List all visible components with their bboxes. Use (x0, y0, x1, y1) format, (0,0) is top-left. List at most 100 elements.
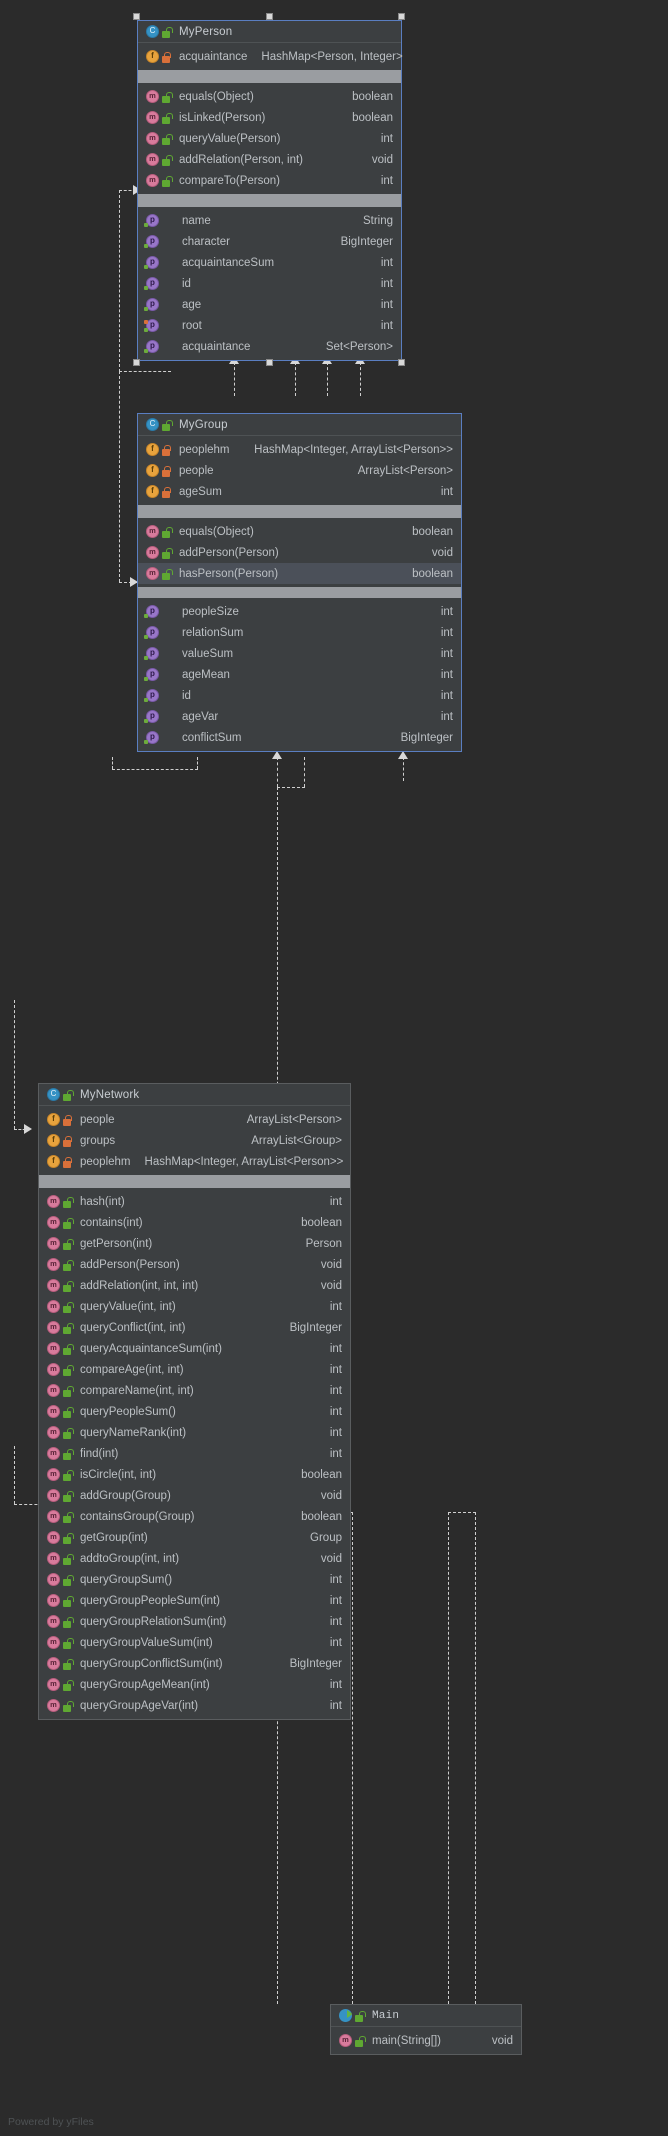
field-row[interactable]: f peoplehm HashMap<Integer, ArrayList<Pe… (138, 439, 461, 460)
method-row[interactable]: m queryGroupConflictSum(int) BigInteger (39, 1653, 350, 1674)
member-name: queryGroupSum() (80, 1573, 173, 1586)
member-type: int (329, 1300, 342, 1313)
private-lock-icon (162, 486, 171, 498)
property-row[interactable]: p character BigInteger (138, 231, 401, 252)
method-row[interactable]: m queryGroupSum() int (39, 1569, 350, 1590)
method-row[interactable]: m getPerson(int) Person (39, 1233, 350, 1254)
method-row[interactable]: m queryGroupRelationSum(int) int (39, 1611, 350, 1632)
property-row[interactable]: p conflictSum BigInteger (138, 727, 461, 748)
method-row[interactable]: m queryValue(Person) int (138, 128, 401, 149)
connector-arrowhead (398, 751, 408, 759)
method-row[interactable]: m equals(Object) boolean (138, 521, 461, 542)
member-name: equals(Object) (179, 90, 254, 103)
section-divider (138, 194, 401, 207)
member-name: equals(Object) (179, 525, 254, 538)
method-row[interactable]: m hasPerson(Person) boolean (138, 563, 461, 584)
resize-handle[interactable] (398, 359, 405, 366)
method-row[interactable]: m queryGroupValueSum(int) int (39, 1632, 350, 1653)
property-row[interactable]: p id int (138, 273, 401, 294)
method-row[interactable]: m find(int) int (39, 1443, 350, 1464)
method-row[interactable]: m queryGroupPeopleSum(int) int (39, 1590, 350, 1611)
method-row[interactable]: m addRelation(Person, int) void (138, 149, 401, 170)
property-row[interactable]: p acquaintanceSum int (138, 252, 401, 273)
method-row[interactable]: m queryAcquaintanceSum(int) int (39, 1338, 350, 1359)
method-row[interactable]: m queryValue(int, int) int (39, 1296, 350, 1317)
method-row[interactable]: m addtoGroup(int, int) void (39, 1548, 350, 1569)
method-row[interactable]: m getGroup(int) Group (39, 1527, 350, 1548)
resize-handle[interactable] (133, 13, 140, 20)
field-row[interactable]: f people ArrayList<Person> (138, 460, 461, 481)
method-row[interactable]: m contains(int) boolean (39, 1212, 350, 1233)
class-icon: C (47, 1088, 60, 1101)
uml-diagram-canvas[interactable]: C MyPerson f acquaintance HashMap<Person… (0, 0, 668, 2136)
method-row[interactable]: m addGroup(Group) void (39, 1485, 350, 1506)
badge-spacer (162, 298, 174, 311)
property-row[interactable]: p root int (138, 315, 401, 336)
public-lock-icon (63, 1259, 74, 1271)
method-row[interactable]: m containsGroup(Group) boolean (39, 1506, 350, 1527)
member-type: int (329, 1594, 342, 1607)
resize-handle[interactable] (398, 13, 405, 20)
connector-line (352, 1512, 353, 2004)
property-row[interactable]: p peopleSize int (138, 601, 461, 622)
member-type: int (329, 1342, 342, 1355)
method-row[interactable]: m addPerson(Person) void (39, 1254, 350, 1275)
member-type: int (329, 1426, 342, 1439)
class-box-main[interactable]: Main m main(String[]) void (330, 2004, 522, 2055)
public-lock-icon (162, 154, 173, 166)
method-row[interactable]: m addRelation(int, int, int) void (39, 1275, 350, 1296)
resize-handle[interactable] (266, 13, 273, 20)
method-row[interactable]: m queryGroupAgeVar(int) int (39, 1695, 350, 1716)
member-type: BigInteger (289, 1321, 342, 1334)
class-box-myperson[interactable]: C MyPerson f acquaintance HashMap<Person… (137, 20, 403, 361)
field-row[interactable]: f acquaintance HashMap<Person, Integer> (138, 46, 403, 67)
member-name: queryConflict(int, int) (80, 1321, 186, 1334)
class-header-main[interactable]: Main (331, 2005, 521, 2027)
method-row[interactable]: m isLinked(Person) boolean (138, 107, 401, 128)
property-row[interactable]: p relationSum int (138, 622, 461, 643)
class-header-mynetwork[interactable]: C MyNetwork (39, 1084, 350, 1106)
method-row[interactable]: m compareAge(int, int) int (39, 1359, 350, 1380)
property-row[interactable]: p age int (138, 294, 401, 315)
member-name: queryValue(Person) (179, 132, 281, 145)
field-row[interactable]: f people ArrayList<Person> (39, 1109, 350, 1130)
method-row[interactable]: m addPerson(Person) void (138, 542, 461, 563)
field-row[interactable]: f peoplehm HashMap<Integer, ArrayList<Pe… (39, 1151, 350, 1172)
resize-handle[interactable] (266, 359, 273, 366)
member-type: int (329, 1447, 342, 1460)
property-row[interactable]: p ageMean int (138, 664, 461, 685)
method-row[interactable]: m isCircle(int, int) boolean (39, 1464, 350, 1485)
method-row[interactable]: m queryPeopleSum() int (39, 1401, 350, 1422)
methods-section: m equals(Object) boolean m addPerson(Per… (138, 518, 461, 587)
class-box-mynetwork[interactable]: C MyNetwork f people ArrayList<Person> f… (38, 1083, 351, 1720)
property-row[interactable]: p ageVar int (138, 706, 461, 727)
method-row[interactable]: m compareName(int, int) int (39, 1380, 350, 1401)
method-row[interactable]: m compareTo(Person) int (138, 170, 401, 191)
member-type: int (440, 605, 453, 618)
member-name: find(int) (80, 1447, 119, 1460)
class-header-myperson[interactable]: C MyPerson (138, 21, 401, 43)
private-lock-icon (63, 1114, 72, 1126)
method-row[interactable]: m queryConflict(int, int) BigInteger (39, 1317, 350, 1338)
badge-spacer (162, 605, 174, 618)
method-row[interactable]: m main(String[]) void (331, 2030, 521, 2051)
property-row[interactable]: p acquaintance Set<Person> (138, 336, 401, 357)
property-row[interactable]: p id int (138, 685, 461, 706)
class-name-label: MyGroup (179, 418, 228, 431)
public-lock-icon (63, 1406, 74, 1418)
connector-line (304, 757, 305, 787)
method-row[interactable]: m queryNameRank(int) int (39, 1422, 350, 1443)
property-row[interactable]: p name String (138, 210, 401, 231)
class-header-mygroup[interactable]: C MyGroup (138, 414, 461, 436)
field-row[interactable]: f groups ArrayList<Group> (39, 1130, 350, 1151)
member-type: int (440, 647, 453, 660)
field-row[interactable]: f ageSum int (138, 481, 461, 502)
member-type: void (320, 1552, 342, 1565)
method-row[interactable]: m hash(int) int (39, 1191, 350, 1212)
resize-handle[interactable] (133, 359, 140, 366)
property-row[interactable]: p valueSum int (138, 643, 461, 664)
method-row[interactable]: m queryGroupAgeMean(int) int (39, 1674, 350, 1695)
class-box-mygroup[interactable]: C MyGroup f peoplehm HashMap<Integer, Ar… (137, 413, 462, 752)
method-row[interactable]: m equals(Object) boolean (138, 86, 401, 107)
property-icon: p (144, 277, 159, 290)
